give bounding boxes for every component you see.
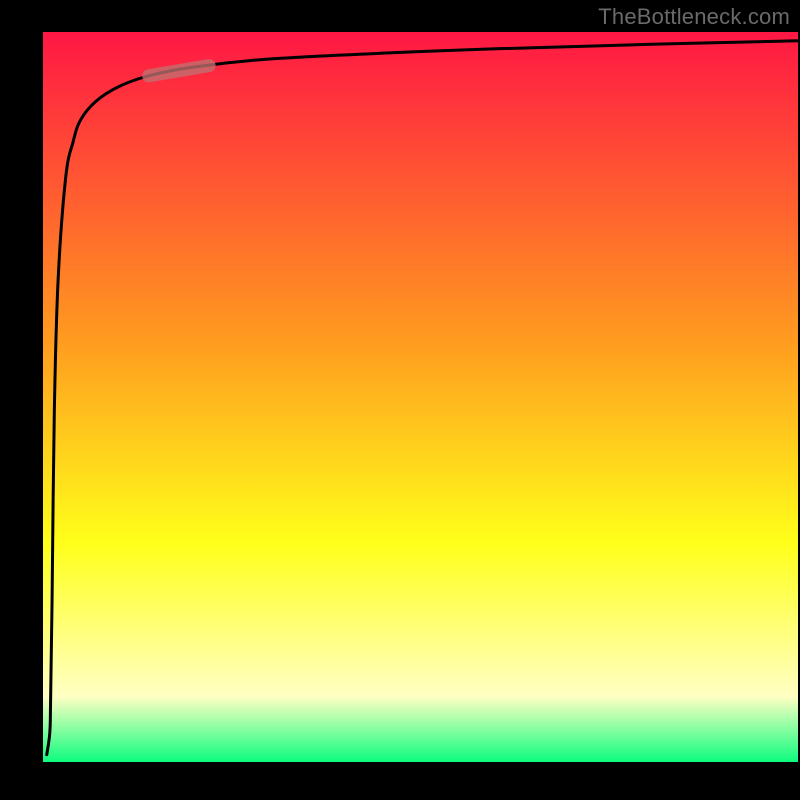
gradient-background	[43, 32, 798, 762]
plot-area	[43, 32, 798, 762]
chart-svg	[43, 32, 798, 762]
chart-frame: TheBottleneck.com	[0, 0, 800, 800]
attribution-label: TheBottleneck.com	[598, 4, 790, 30]
